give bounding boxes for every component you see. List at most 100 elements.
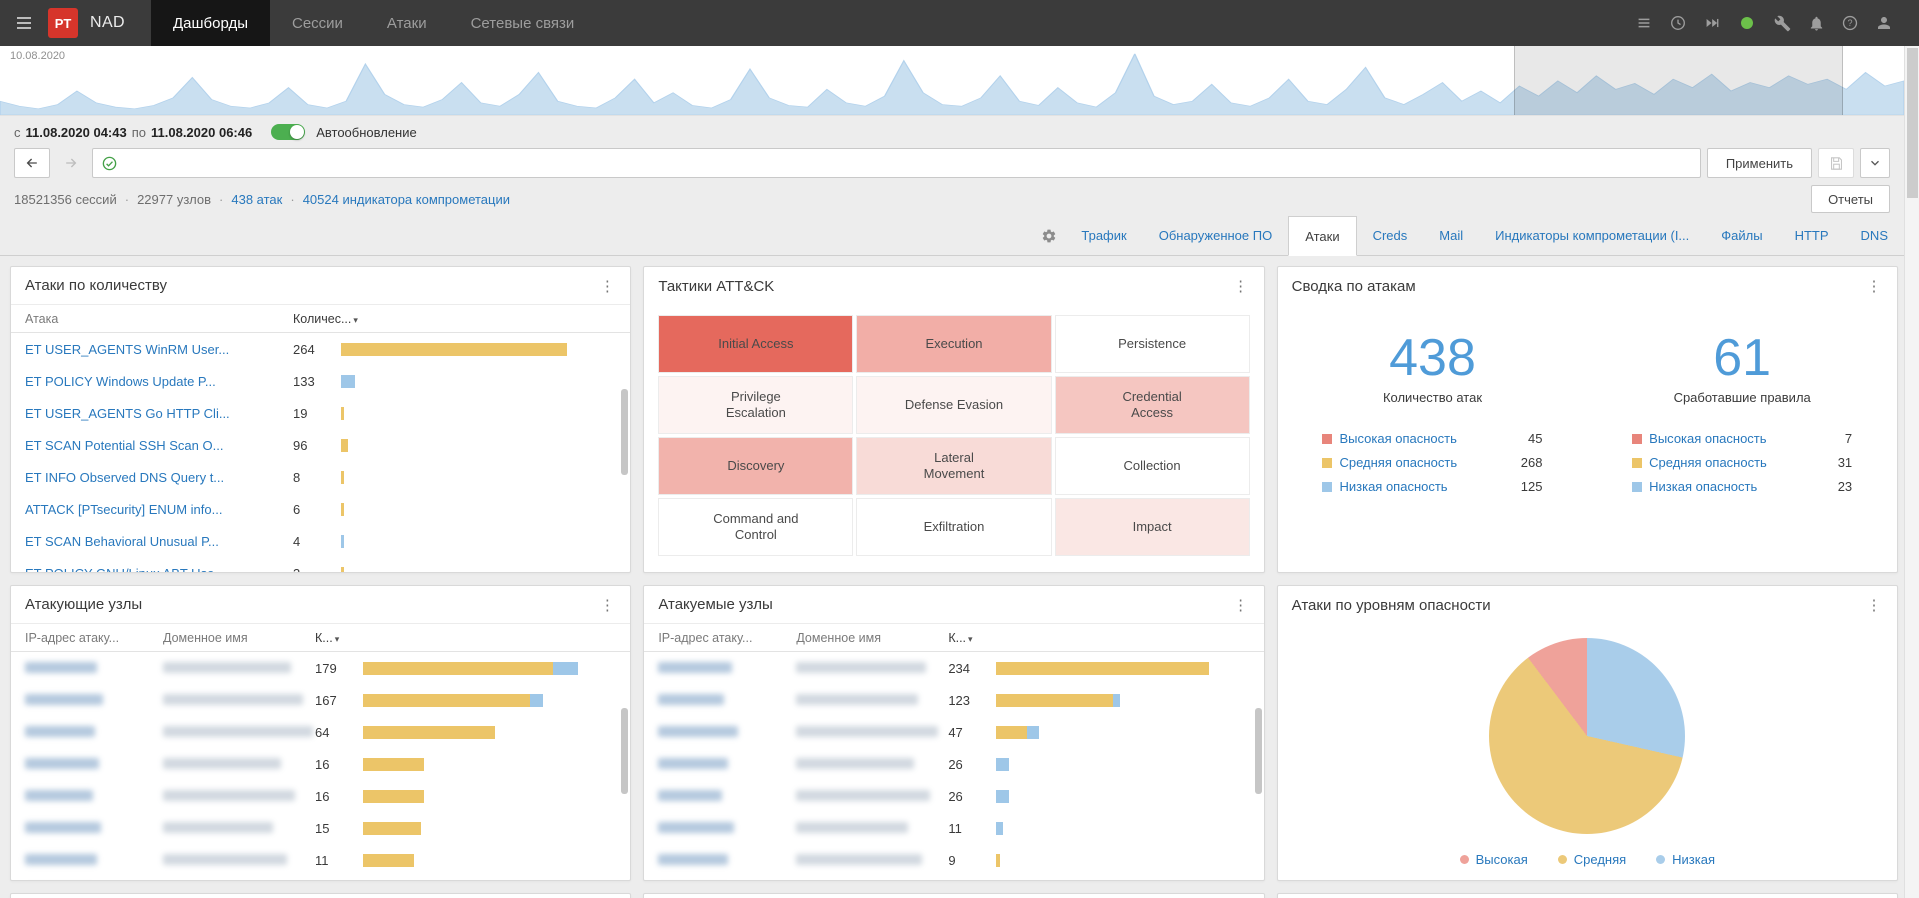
dashboard-tab[interactable]: Обнаруженное ПО: [1143, 216, 1289, 255]
ip-link-redacted[interactable]: [25, 693, 163, 708]
card-menu-button[interactable]: [598, 277, 616, 295]
col-attack[interactable]: Атака: [25, 312, 293, 326]
ip-link-redacted[interactable]: [25, 757, 163, 772]
tactic-cell[interactable]: Lateral Movement: [856, 437, 1052, 495]
history-forward-button[interactable]: [56, 148, 86, 178]
reports-button[interactable]: Отчеты: [1811, 185, 1890, 213]
col-count-sorted[interactable]: К... ▾: [315, 631, 363, 645]
card-scrollbar-thumb[interactable]: [1254, 708, 1262, 794]
ip-link-redacted[interactable]: [658, 661, 796, 676]
ip-link-redacted[interactable]: [658, 821, 796, 836]
tactic-cell[interactable]: Defense Evasion: [856, 376, 1052, 434]
attack-name-link[interactable]: ET INFO Observed DNS Query t...: [25, 470, 293, 485]
dashboard-tab[interactable]: Mail: [1423, 216, 1479, 255]
dashboard-tab[interactable]: Трафик: [1065, 216, 1142, 255]
attack-name-link[interactable]: ET USER_AGENTS WinRM User...: [25, 342, 293, 357]
to-datetime[interactable]: 11.08.2020 06:46: [151, 125, 252, 140]
card-menu-button[interactable]: [1232, 596, 1250, 614]
timeline-selection[interactable]: [1513, 46, 1844, 115]
col-count-sorted[interactable]: К... ▾: [948, 631, 996, 645]
card-menu-button[interactable]: [598, 596, 616, 614]
pt-logo[interactable]: PT: [48, 8, 78, 38]
page-scrollbar[interactable]: [1904, 46, 1919, 898]
ip-link-redacted[interactable]: [25, 853, 163, 868]
from-datetime[interactable]: 11.08.2020 04:43: [26, 125, 127, 140]
card-menu-button[interactable]: [1865, 596, 1883, 614]
card-menu-button[interactable]: [1865, 277, 1883, 295]
user-icon[interactable]: [1871, 10, 1897, 36]
tactic-cell[interactable]: Privilege Escalation: [658, 376, 854, 434]
ip-link-redacted[interactable]: [25, 661, 163, 676]
attack-name-link[interactable]: ET USER_AGENTS Go HTTP Cli...: [25, 406, 293, 421]
tactic-cell[interactable]: Exfiltration: [856, 498, 1052, 556]
attack-name-link[interactable]: ET POLICY GNU/Linux ABT Use...: [25, 566, 293, 573]
history-back-button[interactable]: [14, 148, 50, 178]
autorefresh-toggle[interactable]: [271, 124, 306, 140]
tactic-cell[interactable]: Impact: [1054, 498, 1250, 556]
nav-item[interactable]: Дашборды: [150, 0, 270, 46]
pie-legend-item[interactable]: Низкая: [1656, 852, 1715, 867]
severity-label-link[interactable]: Средняя опасность: [1649, 455, 1838, 470]
attacks-count-link[interactable]: 438 атак: [231, 192, 282, 207]
status-indicator[interactable]: [1741, 17, 1753, 29]
gear-icon[interactable]: [1041, 228, 1057, 244]
nav-item[interactable]: Сессии: [270, 0, 365, 46]
severity-label-link[interactable]: Средняя опасность: [1339, 455, 1520, 470]
card-scrollbar-thumb[interactable]: [621, 389, 629, 475]
attack-name-link[interactable]: ATTACK [PTsecurity] ENUM info...: [25, 502, 293, 517]
col-domain[interactable]: Доменное имя: [163, 631, 315, 645]
save-filter-button[interactable]: [1818, 148, 1854, 178]
ip-link-redacted[interactable]: [658, 789, 796, 804]
skip-forward-icon[interactable]: [1699, 10, 1725, 36]
ip-link-redacted[interactable]: [658, 725, 796, 740]
col-ip[interactable]: IP-адрес атаку...: [658, 631, 796, 645]
list-icon[interactable]: [1631, 10, 1657, 36]
tactic-cell[interactable]: Persistence: [1054, 315, 1250, 373]
tactic-cell[interactable]: Initial Access: [658, 315, 854, 373]
filter-dropdown-button[interactable]: [1860, 148, 1890, 178]
dashboard-tab[interactable]: Индикаторы компрометации (I...: [1479, 216, 1705, 255]
tactic-cell[interactable]: Discovery: [658, 437, 854, 495]
page-scrollbar-thumb[interactable]: [1907, 48, 1918, 198]
attack-name-link[interactable]: ET SCAN Behavioral Unusual P...: [25, 534, 293, 549]
ioc-count-link[interactable]: 40524 индикатора компрометации: [303, 192, 510, 207]
col-ip[interactable]: IP-адрес атаку...: [25, 631, 163, 645]
ip-link-redacted[interactable]: [658, 853, 796, 868]
severity-label-link[interactable]: Высокая опасность: [1339, 431, 1528, 446]
tactic-cell[interactable]: Command and Control: [658, 498, 854, 556]
severity-pie-chart[interactable]: [1489, 638, 1686, 834]
ip-link-redacted[interactable]: [25, 789, 163, 804]
help-icon[interactable]: ?: [1837, 10, 1863, 36]
timeline-chart[interactable]: 10.08.2020: [0, 46, 1904, 116]
severity-label-link[interactable]: Низкая опасность: [1339, 479, 1520, 494]
nav-item[interactable]: Атаки: [365, 0, 449, 46]
pie-legend-item[interactable]: Средняя: [1557, 852, 1626, 867]
dashboard-tab[interactable]: Атаки: [1288, 216, 1357, 256]
filter-query-input[interactable]: [124, 150, 1692, 176]
col-count-sorted[interactable]: Количес... ▾: [293, 312, 358, 326]
dashboard-tab[interactable]: Creds: [1357, 216, 1424, 255]
card-menu-button[interactable]: [1232, 277, 1250, 295]
ip-link-redacted[interactable]: [658, 693, 796, 708]
severity-label-link[interactable]: Низкая опасность: [1649, 479, 1838, 494]
attack-name-link[interactable]: ET POLICY Windows Update P...: [25, 374, 293, 389]
bell-icon[interactable]: [1803, 10, 1829, 36]
tactic-cell[interactable]: Execution: [856, 315, 1052, 373]
filter-query-field[interactable]: [92, 148, 1701, 178]
nav-item[interactable]: Сетевые связи: [449, 0, 597, 46]
ip-link-redacted[interactable]: [25, 725, 163, 740]
col-domain[interactable]: Доменное имя: [796, 631, 948, 645]
pie-legend-item[interactable]: Высокая: [1459, 852, 1528, 867]
ip-link-redacted[interactable]: [658, 757, 796, 772]
attack-name-link[interactable]: ET SCAN Potential SSH Scan O...: [25, 438, 293, 453]
tactic-cell[interactable]: Collection: [1054, 437, 1250, 495]
severity-label-link[interactable]: Высокая опасность: [1649, 431, 1845, 446]
dashboard-tab[interactable]: DNS: [1845, 216, 1904, 255]
apply-button[interactable]: Применить: [1706, 148, 1812, 178]
dashboard-tab[interactable]: Файлы: [1705, 216, 1778, 255]
wrench-icon[interactable]: [1769, 10, 1795, 36]
tactic-cell[interactable]: Credential Access: [1054, 376, 1250, 434]
menu-icon[interactable]: [0, 13, 48, 33]
dashboard-tab[interactable]: HTTP: [1779, 216, 1845, 255]
card-scrollbar-thumb[interactable]: [621, 708, 629, 794]
